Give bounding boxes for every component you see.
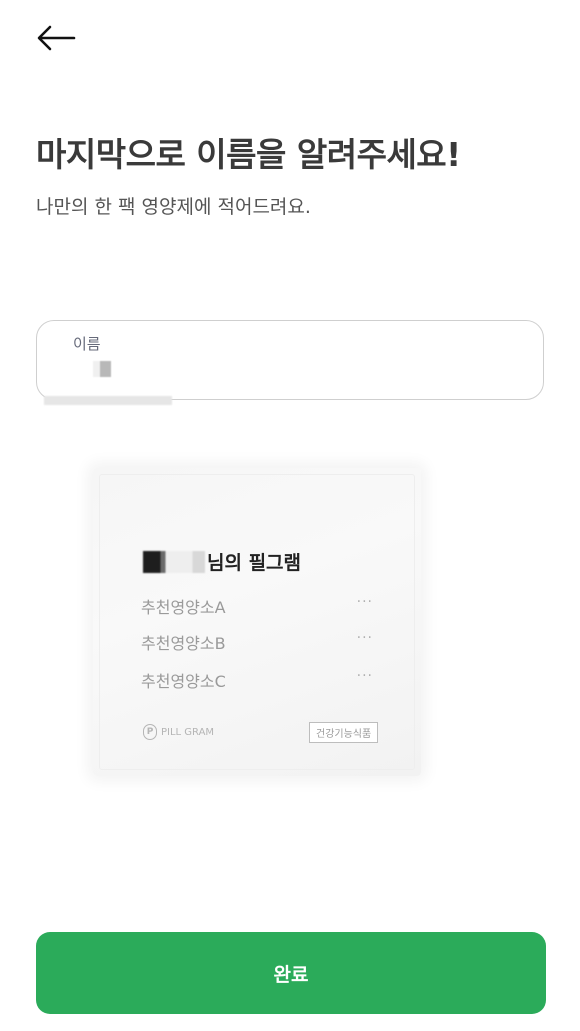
pack-item-name: 추천영양소A (141, 598, 226, 617)
name-input[interactable]: 이름 (36, 320, 544, 400)
pack-owner-title: 님의 필그램 (143, 548, 301, 575)
name-input-value-redacted (93, 361, 111, 377)
page-title: 마지막으로 이름을 알려주세요! (36, 135, 461, 174)
name-field-redaction-bar (44, 396, 172, 405)
pack-item-name: 추천영양소B (141, 634, 226, 653)
pill-gram-logo: P PILL GRAM (143, 724, 214, 740)
pill-gram-brand-text: PILL GRAM (161, 726, 215, 738)
page-subtitle: 나만의 한 팩 영양제에 적어드려요. (36, 196, 311, 218)
complete-button[interactable]: 완료 (36, 932, 546, 1014)
pack-item-name: 추천영양소C (141, 672, 226, 691)
supplement-pack-preview: 님의 필그램 추천영양소A ··· 추천영양소B ··· 추천영양소C ··· … (93, 468, 421, 776)
pack-item-row: 추천영양소B ··· (141, 630, 373, 654)
pill-gram-logo-mark: P (143, 724, 157, 740)
arrow-left-icon (37, 25, 76, 51)
pack-item-amount: ··· (356, 668, 373, 684)
name-entry-screen: 마지막으로 이름을 알려주세요! 나만의 한 팩 영양제에 적어드려요. 이름 … (0, 0, 580, 1031)
owner-name-redacted (143, 550, 205, 573)
pack-item-amount: ··· (356, 630, 373, 646)
pack-owner-suffix: 님의 필그램 (207, 552, 302, 574)
pack-item-row: 추천영양소A ··· (141, 594, 373, 618)
health-food-badge: 건강기능식품 (309, 722, 379, 743)
pack-item-row: 추천영양소C ··· (141, 668, 373, 692)
name-field-label: 이름 (73, 335, 101, 353)
pack-item-amount: ··· (356, 594, 373, 610)
back-button[interactable] (30, 18, 82, 58)
